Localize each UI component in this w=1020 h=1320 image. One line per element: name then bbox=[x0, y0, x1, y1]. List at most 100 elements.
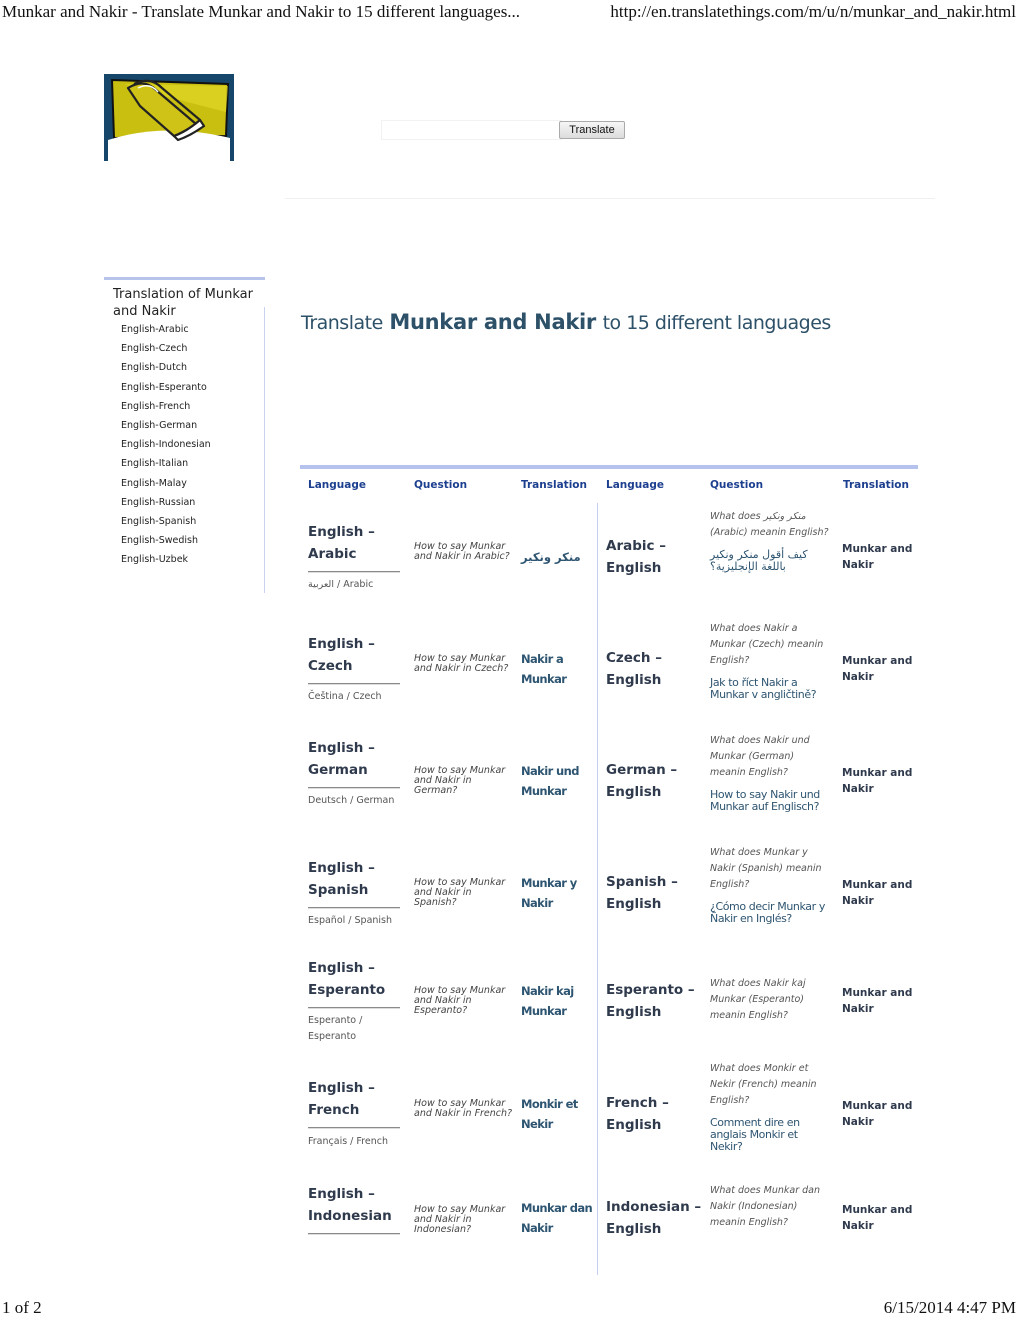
language-pair-right[interactable]: German – English bbox=[606, 759, 702, 803]
language-pair-label: English – French bbox=[308, 1080, 375, 1118]
question-right-text: What does Nakir a Munkar (Czech) meanin … bbox=[710, 623, 824, 666]
language-divider bbox=[308, 1233, 400, 1235]
native-language-name: Français / French bbox=[308, 1136, 388, 1147]
question-right: What does Munkar y Nakir (Spanish) meani… bbox=[710, 845, 832, 925]
question-right: What does Monkir et Nekir (French) meani… bbox=[710, 1061, 832, 1153]
translation-left[interactable]: Monkir et Nekir bbox=[521, 1094, 593, 1134]
language-pair-right[interactable]: Indonesian – English bbox=[606, 1196, 702, 1240]
language-pair-left[interactable]: English – German bbox=[308, 737, 400, 789]
question-left: How to say Munkar and Nakir in Arabic? bbox=[414, 541, 510, 562]
site-logo[interactable]: TranslateThings.com bbox=[104, 74, 234, 161]
language-pair-right[interactable]: French – English bbox=[606, 1092, 702, 1136]
language-pair-right[interactable]: Arabic – English bbox=[606, 535, 702, 579]
question-right: What does Nakir kaj Munkar (Esperanto) m… bbox=[710, 976, 832, 1024]
native-language-name: Esperanto / Esperanto bbox=[308, 1015, 363, 1042]
sidebar-item-uzbek[interactable]: English-Uzbek bbox=[121, 550, 265, 569]
question-right: What does منكر ونكير (Arabic) meanin Eng… bbox=[710, 509, 832, 573]
language-divider bbox=[308, 683, 400, 685]
sidebar-item-esperanto[interactable]: English-Esperanto bbox=[121, 378, 265, 397]
sidebar-item-french[interactable]: English-French bbox=[121, 397, 265, 416]
translation-right: Munkar and Nakir bbox=[842, 1204, 913, 1232]
language-divider bbox=[308, 571, 400, 573]
translation-left[interactable]: Nakir und Munkar bbox=[521, 761, 593, 801]
question-right-text: What does Munkar dan Nakir (Indonesian) … bbox=[710, 1185, 820, 1228]
search-input[interactable] bbox=[381, 120, 562, 140]
sidebar-item-czech[interactable]: English-Czech bbox=[121, 339, 265, 358]
language-pair-left[interactable]: English – Esperanto bbox=[308, 957, 400, 1009]
question-right: What does Nakir und Munkar (German) mean… bbox=[710, 733, 832, 813]
language-pair-left[interactable]: English – Indonesian bbox=[308, 1183, 400, 1235]
table-top-bar bbox=[300, 465, 918, 469]
translation-right: Munkar and Nakir bbox=[842, 767, 913, 795]
language-pair-left[interactable]: English – French bbox=[308, 1077, 400, 1129]
translation-left[interactable]: Munkar y Nakir bbox=[521, 873, 593, 913]
native-language-name: Deutsch / German bbox=[308, 795, 395, 806]
translation-right: Munkar and Nakir bbox=[842, 1100, 913, 1128]
question-right: What does Munkar dan Nakir (Indonesian) … bbox=[710, 1183, 832, 1231]
sidebar-item-russian[interactable]: English-Russian bbox=[121, 493, 265, 512]
sidebar-item-indonesian[interactable]: English-Indonesian bbox=[121, 435, 265, 454]
language-pair-right[interactable]: Esperanto – English bbox=[606, 979, 702, 1023]
question-left: How to say Munkar and Nakir in French? bbox=[414, 1098, 513, 1119]
language-divider bbox=[308, 1127, 400, 1129]
translation-left[interactable]: Munkar dan Nakir bbox=[521, 1198, 593, 1238]
sidebar-divider bbox=[264, 307, 265, 593]
native-language-name: Čeština / Czech bbox=[308, 691, 382, 702]
language-pair-left[interactable]: English – Spanish bbox=[308, 857, 400, 909]
language-pair-label: English – Esperanto bbox=[308, 960, 386, 998]
sidebar-item-arabic[interactable]: English-Arabic bbox=[121, 320, 265, 339]
language-pair-right[interactable]: Czech – English bbox=[606, 647, 702, 691]
page-title-prefix: Translate bbox=[301, 312, 383, 334]
translation-right: Munkar and Nakir bbox=[842, 543, 913, 571]
native-language-name: العربية / Arabic bbox=[308, 579, 374, 590]
question-left: How to say Munkar and Nakir in Indonesia… bbox=[414, 1204, 506, 1235]
print-header: Munkar and Nakir - Translate Munkar and … bbox=[2, 2, 1016, 24]
translation-right: Munkar and Nakir bbox=[842, 987, 913, 1015]
question-left: How to say Munkar and Nakir in Esperanto… bbox=[414, 985, 506, 1016]
sidebar-item-swedish[interactable]: English-Swedish bbox=[121, 531, 265, 550]
question-left: How to say Munkar and Nakir in Czech? bbox=[414, 653, 509, 674]
translation-left[interactable]: منكر ونكير bbox=[521, 547, 593, 567]
print-page-url: http://en.translatethings.com/m/u/n/munk… bbox=[610, 2, 1016, 21]
sidebar-item-malay[interactable]: English-Malay bbox=[121, 474, 265, 493]
sidebar-item-dutch[interactable]: English-Dutch bbox=[121, 358, 265, 377]
question-right-native: Jak to říct Nakir a Munkar v angličtině? bbox=[710, 676, 817, 701]
page-number: 1 of 2 bbox=[2, 1298, 42, 1317]
translation-left[interactable]: Nakir a Munkar bbox=[521, 649, 593, 689]
language-pair-label: English – German bbox=[308, 740, 375, 778]
question-right-native: How to say Nakir und Munkar auf Englisch… bbox=[710, 788, 820, 813]
language-divider bbox=[308, 1007, 400, 1009]
question-right-native: ¿Cómo decir Munkar y Ñakir en Inglés? bbox=[710, 900, 825, 925]
sidebar: Translation of Munkar and Nakir English-… bbox=[104, 277, 265, 593]
header-language-left: Language bbox=[308, 479, 366, 491]
language-pair-right[interactable]: Spanish – English bbox=[606, 871, 702, 915]
translations-table: Language Question Translation Language Q… bbox=[300, 465, 918, 1275]
page-title: Translate Munkar and Nakir to 15 differe… bbox=[301, 310, 831, 334]
language-divider bbox=[308, 787, 400, 789]
sidebar-item-german[interactable]: English-German bbox=[121, 416, 265, 435]
sidebar-item-italian[interactable]: English-Italian bbox=[121, 454, 265, 473]
sidebar-list: English-Arabic English-Czech English-Dut… bbox=[104, 320, 265, 570]
language-pair-label: English – Czech bbox=[308, 636, 375, 674]
header-translation-right: Translation bbox=[843, 479, 909, 491]
logo-text: TranslateThings.com bbox=[111, 140, 229, 154]
question-left: How to say Munkar and Nakir in Spanish? bbox=[414, 877, 506, 908]
native-language-name: Español / Spanish bbox=[308, 915, 393, 926]
sidebar-title: Translation of Munkar and Nakir bbox=[113, 287, 253, 319]
translate-button[interactable]: Translate bbox=[559, 121, 625, 139]
translation-right: Munkar and Nakir bbox=[842, 655, 913, 683]
question-right-native: كيف أقول منكر ونكير باللغة الإنجليزية؟ bbox=[710, 548, 808, 573]
translation-right: Munkar and Nakir bbox=[842, 879, 913, 907]
language-pair-left[interactable]: English – Czech bbox=[308, 633, 400, 685]
header-divider bbox=[285, 198, 935, 199]
language-pair-left[interactable]: English – Arabic bbox=[308, 521, 400, 573]
question-right-native: Comment dire en anglais Monkir et Nekir? bbox=[710, 1116, 800, 1153]
header-translation-left: Translation bbox=[521, 479, 587, 491]
translation-left[interactable]: Nakir kaj Munkar bbox=[521, 981, 593, 1021]
language-pair-label: English – Indonesian bbox=[308, 1186, 392, 1224]
print-footer: 1 of 2 6/15/2014 4:47 PM bbox=[2, 1298, 1016, 1320]
page-title-term: Munkar and Nakir bbox=[389, 310, 596, 334]
question-left: How to say Munkar and Nakir in German? bbox=[414, 765, 506, 796]
sidebar-item-spanish[interactable]: English-Spanish bbox=[121, 512, 265, 531]
print-datetime: 6/15/2014 4:47 PM bbox=[883, 1298, 1016, 1317]
